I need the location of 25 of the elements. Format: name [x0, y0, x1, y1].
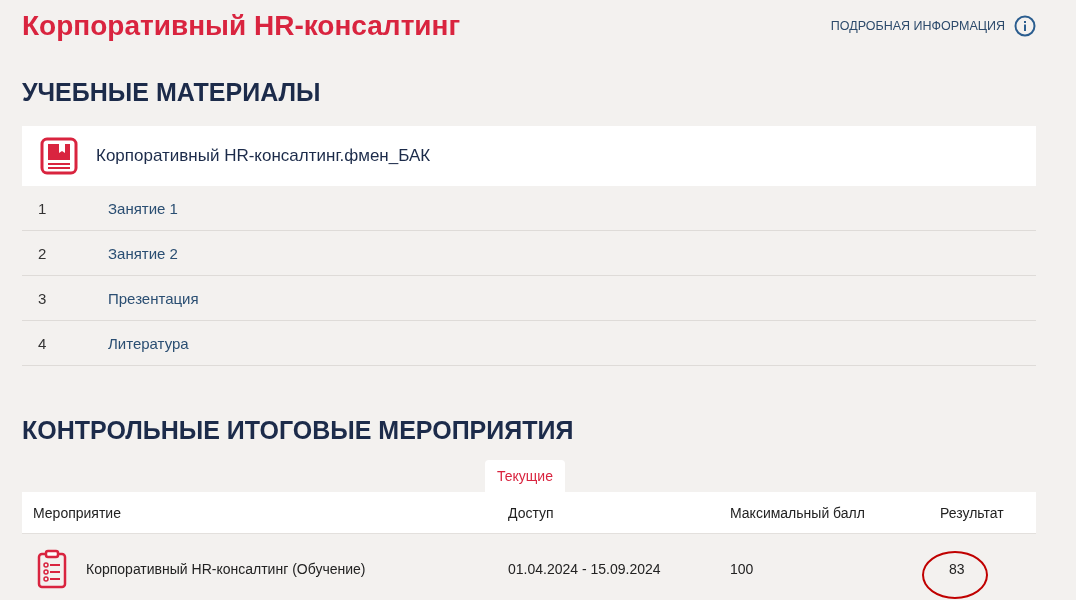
material-link[interactable]: Занятие 1	[108, 199, 178, 217]
item-number: 2	[37, 244, 48, 262]
item-number: 4	[37, 334, 48, 352]
material-link[interactable]: Литература	[108, 334, 189, 352]
info-icon[interactable]	[1014, 15, 1036, 37]
column-header: Мероприятие	[32, 504, 122, 521]
course-title: Корпоративный HR-консалтинг	[22, 10, 461, 42]
table-cell-text: 01.04.2024 - 15.09.2024	[507, 561, 662, 577]
clipboard-icon	[37, 549, 67, 589]
book-icon	[40, 137, 78, 175]
item-number: 3	[37, 289, 48, 307]
book-title[interactable]: Корпоративный HR-консалтинг.фмен_БАК	[96, 146, 431, 166]
result-value: 83	[949, 561, 965, 577]
column-header: Результат	[939, 504, 1005, 521]
item-number: 1	[37, 199, 48, 217]
column-header: Доступ	[507, 504, 555, 521]
info-link[interactable]: ПОДРОБНАЯ ИНФОРМАЦИЯ	[830, 15, 1036, 37]
column-header: Максимальный балл	[729, 504, 866, 521]
event-link[interactable]: Корпоративный HR-консалтинг (Обучение)	[86, 561, 366, 577]
material-link[interactable]: Занятие 2	[108, 244, 178, 262]
tab[interactable]: Текущие	[485, 460, 565, 492]
table-cell-text: 100	[729, 561, 755, 577]
material-link[interactable]: Презентация	[108, 289, 199, 307]
section-heading: УЧЕБНЫЕ МАТЕРИАЛЫ	[22, 77, 322, 108]
section-heading: КОНТРОЛЬНЫЕ ИТОГОВЫЕ МЕРОПРИЯТИЯ	[22, 415, 575, 446]
